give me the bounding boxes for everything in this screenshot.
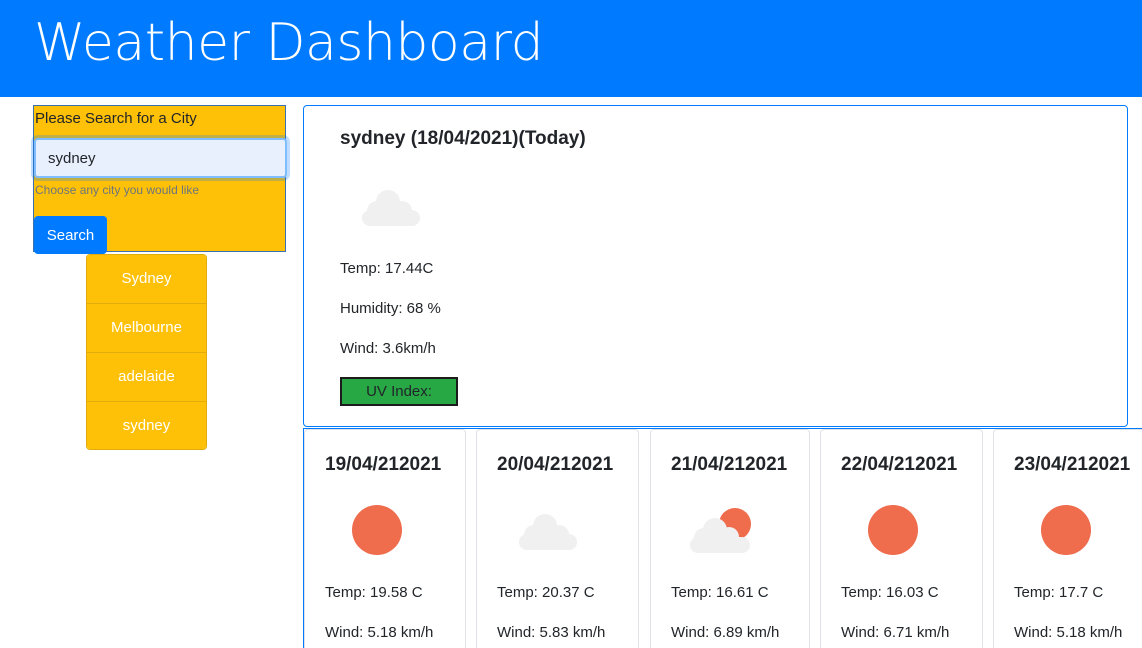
forecast-date: 22/04/212021	[841, 454, 958, 475]
current-title: sydney (18/04/2021)(Today)	[340, 128, 586, 149]
uv-index-badge: UV Index:	[340, 377, 458, 406]
forecast-wind: Wind: 6.71 km/h	[841, 624, 950, 641]
current-wind: Wind: 3.6km/h	[340, 340, 436, 357]
forecast-temp: Temp: 19.58 C	[325, 584, 423, 601]
forecast-wind: Wind: 5.18 km/h	[325, 624, 434, 641]
forecast-date: 23/04/212021	[1014, 454, 1131, 475]
current-temp: Temp: 17.44C	[340, 260, 434, 277]
sun-icon	[1038, 502, 1094, 563]
forecast-wind: Wind: 5.18 km/h	[1014, 624, 1123, 641]
cloud-icon	[515, 510, 579, 559]
search-button[interactable]: Search	[34, 216, 107, 254]
sun-icon	[865, 502, 921, 563]
forecast-card: 21/04/212021 Temp: 16.61 C Wind: 6.89 km…	[650, 429, 810, 648]
search-input[interactable]	[34, 138, 287, 178]
search-help-text: Choose any city you would like	[35, 183, 200, 197]
forecast-date: 19/04/212021	[325, 454, 442, 475]
page-header: Weather Dashboard	[0, 0, 1142, 97]
forecast-temp: Temp: 20.37 C	[497, 584, 595, 601]
forecast-card: 19/04/212021 Temp: 19.58 C Wind: 5.18 km…	[304, 429, 466, 648]
partly-cloudy-icon	[687, 506, 757, 561]
forecast-date: 20/04/212021	[497, 454, 614, 475]
search-panel: Please Search for a City Choose any city…	[33, 105, 287, 254]
forecast-card: 22/04/212021 Temp: 16.03 C Wind: 6.71 km…	[820, 429, 983, 648]
forecast-temp: Temp: 16.61 C	[671, 584, 769, 601]
current-humidity: Humidity: 68 %	[340, 300, 441, 317]
forecast-row: 19/04/212021 Temp: 19.58 C Wind: 5.18 km…	[303, 428, 1142, 648]
forecast-card: 20/04/212021 Temp: 20.37 C Wind: 5.83 km…	[476, 429, 639, 648]
search-history-list: Sydney Melbourne adelaide sydney	[86, 254, 207, 450]
forecast-wind: Wind: 6.89 km/h	[671, 624, 780, 641]
forecast-card: 23/04/212021 Temp: 17.7 C Wind: 5.18 km/…	[993, 429, 1142, 648]
history-item-sydney-lower[interactable]: sydney	[87, 402, 206, 449]
forecast-date: 21/04/212021	[671, 454, 788, 475]
history-item-melbourne[interactable]: Melbourne	[87, 304, 206, 353]
search-label: Please Search for a City	[35, 110, 197, 127]
history-item-adelaide[interactable]: adelaide	[87, 353, 206, 402]
forecast-temp: Temp: 16.03 C	[841, 584, 939, 601]
forecast-temp: Temp: 17.7 C	[1014, 584, 1104, 601]
sun-icon	[349, 502, 405, 563]
page-title: Weather Dashboard	[34, 13, 544, 73]
cloud-icon	[358, 186, 422, 235]
forecast-wind: Wind: 5.83 km/h	[497, 624, 606, 641]
history-item-sydney[interactable]: Sydney	[87, 255, 206, 304]
current-weather-card: sydney (18/04/2021)(Today) Temp: 17.44C …	[303, 105, 1128, 427]
